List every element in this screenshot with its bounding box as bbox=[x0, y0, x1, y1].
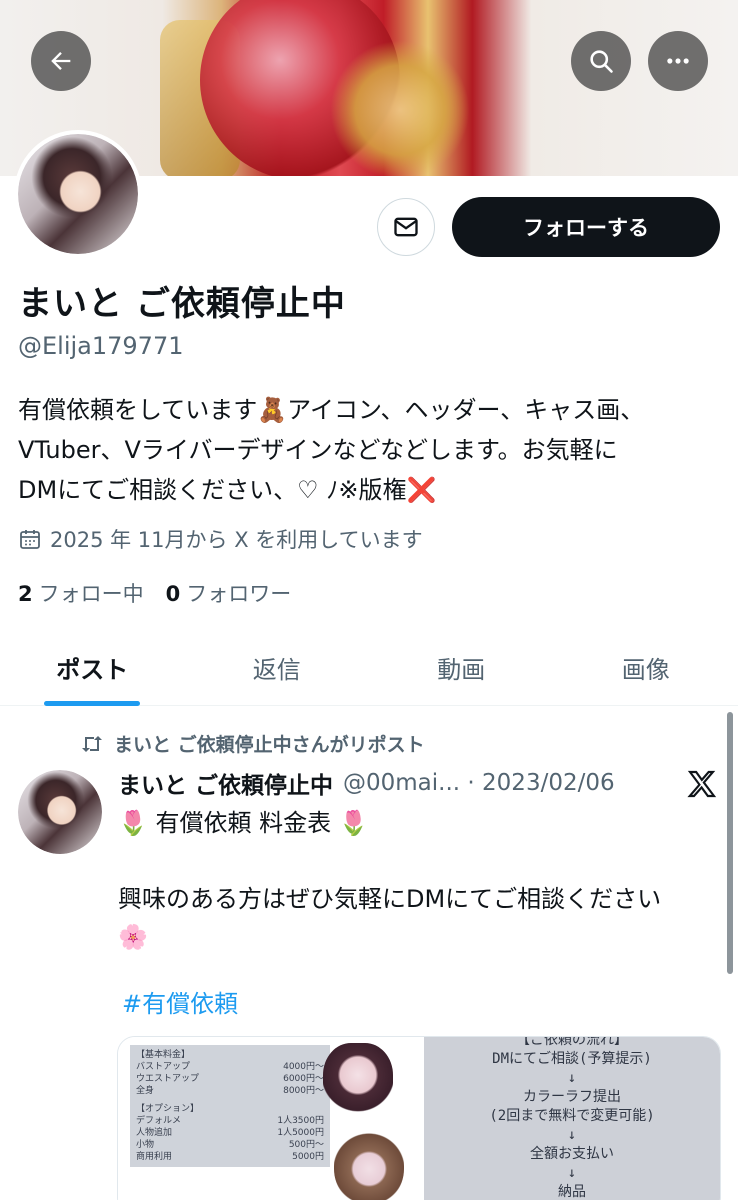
arrow-left-icon bbox=[51, 52, 71, 70]
option-item: 小物 bbox=[136, 1140, 155, 1150]
more-dots-icon bbox=[667, 58, 689, 64]
follow-button[interactable]: フォローする bbox=[452, 197, 720, 257]
post-text: 🌷 有償依頼 料金表 🌷 興味のある方はぜひ気軽にDMにてご相談ください 🌸 bbox=[118, 804, 723, 956]
following-count: 2 bbox=[18, 582, 33, 606]
option-title: 【オプション】 bbox=[136, 1104, 200, 1114]
repost-label: まいと ご依頼停止中さんがリポスト bbox=[114, 734, 425, 756]
price-value: 4000円〜 bbox=[283, 1062, 324, 1072]
repost-icon bbox=[82, 735, 102, 752]
followers-label: フォロワー bbox=[186, 582, 292, 606]
calendar-icon bbox=[20, 530, 40, 549]
flow-step: DMにてご相談(予算提示) bbox=[492, 1051, 652, 1067]
price-value: 8000円〜 bbox=[283, 1086, 324, 1096]
price-value: 6000円〜 bbox=[283, 1074, 324, 1084]
bio-line: VTuber、Vライバーデザインなどなどします。お気軽に bbox=[18, 436, 618, 464]
flow-arrow: ↓ bbox=[567, 1165, 577, 1181]
option-value: 1人5000円 bbox=[277, 1128, 324, 1138]
x-logo-icon bbox=[687, 770, 717, 798]
price-item: ウエストアップ bbox=[136, 1074, 200, 1084]
profile-bio: 有償依頼をしています🧸アイコン、ヘッダー、キャス画、 VTuber、Vライバーデ… bbox=[18, 390, 723, 510]
bio-line: 有償依頼をしています🧸アイコン、ヘッダー、キャス画、 bbox=[18, 396, 645, 424]
flow-step: カラーラフ提出 bbox=[523, 1089, 621, 1105]
post-hashtag[interactable]: #有償依頼 bbox=[122, 984, 238, 1019]
price-table: 【基本料金】 バストアップ 4000円〜 ウエストアップ 6000円〜 全身 8000… bbox=[130, 1045, 330, 1167]
option-item: 商用利用 bbox=[136, 1152, 173, 1162]
search-icon bbox=[590, 50, 613, 73]
chibi-illustration bbox=[323, 1043, 393, 1123]
request-flow: 【ご依頼の流れ】 DMにてご相談(予算提示) ↓ カラーラフ提出 (2回まで無料… bbox=[424, 1037, 720, 1200]
flow-step: 全額お支払い bbox=[530, 1146, 614, 1162]
flow-step: (2回まで無料で変更可能) bbox=[489, 1108, 655, 1124]
profile-name: まいと ご依頼停止中 bbox=[18, 284, 346, 324]
post-line: 🌸 bbox=[118, 923, 148, 951]
post-header: まいと ご依頼停止中 @00mai... · 2023/02/06 bbox=[118, 766, 718, 800]
more-button[interactable] bbox=[648, 31, 708, 91]
post-media-image[interactable]: 【基本料金】 バストアップ 4000円〜 ウエストアップ 6000円〜 全身 8000… bbox=[117, 1036, 721, 1200]
option-value: 1人3500円 bbox=[277, 1116, 324, 1126]
chibi-illustration bbox=[334, 1125, 404, 1200]
post-line: 興味のある方はぜひ気軽にDMにてご相談ください bbox=[118, 885, 662, 913]
price-title: 【基本料金】 bbox=[136, 1050, 191, 1060]
flow-title: 【ご依頼の流れ】 bbox=[516, 1036, 628, 1048]
following-label: フォロー中 bbox=[38, 582, 144, 606]
joined-text: 2025 年 11月から X を利用しています bbox=[50, 528, 423, 552]
profile-tabs: ポスト 返信 動画 画像 bbox=[0, 630, 738, 706]
followers-count: 0 bbox=[165, 582, 181, 606]
back-button[interactable] bbox=[31, 31, 91, 91]
tab-videos[interactable]: 動画 bbox=[369, 630, 554, 705]
joined-date: 2025 年 11月から X を利用しています bbox=[18, 524, 423, 554]
price-item: 全身 bbox=[136, 1086, 155, 1096]
mail-icon bbox=[394, 217, 418, 237]
price-sheet: 【基本料金】 バストアップ 4000円〜 ウエストアップ 6000円〜 全身 8000… bbox=[118, 1037, 424, 1200]
price-item: バストアップ bbox=[136, 1062, 191, 1072]
post-author-name[interactable]: まいと ご依頼停止中 bbox=[118, 766, 333, 800]
post-meta: @00mai... · 2023/02/06 bbox=[343, 770, 615, 796]
option-item: デフォルメ bbox=[136, 1116, 182, 1126]
option-value: 5000円 bbox=[292, 1152, 324, 1162]
bio-line: DMにてご相談ください、♡ ﾉ※版権❌ bbox=[18, 476, 437, 504]
post-line: 🌷 有償依頼 料金表 🌷 bbox=[118, 809, 369, 837]
followers-link[interactable]: 0 フォロワー bbox=[166, 578, 292, 608]
banner-art bbox=[330, 40, 470, 176]
following-link[interactable]: 2 フォロー中 bbox=[18, 578, 144, 608]
post-avatar[interactable] bbox=[18, 770, 102, 854]
tab-replies[interactable]: 返信 bbox=[185, 630, 370, 705]
search-button[interactable] bbox=[571, 31, 631, 91]
option-value: 500円〜 bbox=[288, 1140, 324, 1150]
follow-stats: 2 フォロー中 0 フォロワー bbox=[18, 578, 291, 608]
tab-images[interactable]: 画像 bbox=[554, 630, 738, 705]
flow-arrow: ↓ bbox=[567, 1070, 577, 1086]
repost-indicator: まいと ご依頼停止中さんがリポスト bbox=[80, 730, 425, 757]
profile-avatar[interactable] bbox=[14, 130, 142, 258]
tab-posts[interactable]: ポスト bbox=[0, 630, 185, 705]
profile-handle: @Elija179771 bbox=[18, 332, 184, 360]
scrollbar[interactable] bbox=[727, 712, 733, 974]
flow-arrow: ↓ bbox=[567, 1127, 577, 1143]
option-item: 人物追加 bbox=[136, 1128, 173, 1138]
flow-step: 納品 bbox=[558, 1184, 586, 1200]
message-button[interactable] bbox=[377, 198, 435, 256]
flow-steps: 【ご依頼の流れ】 DMにてご相談(予算提示) ↓ カラーラフ提出 (2回まで無料… bbox=[424, 1037, 720, 1200]
